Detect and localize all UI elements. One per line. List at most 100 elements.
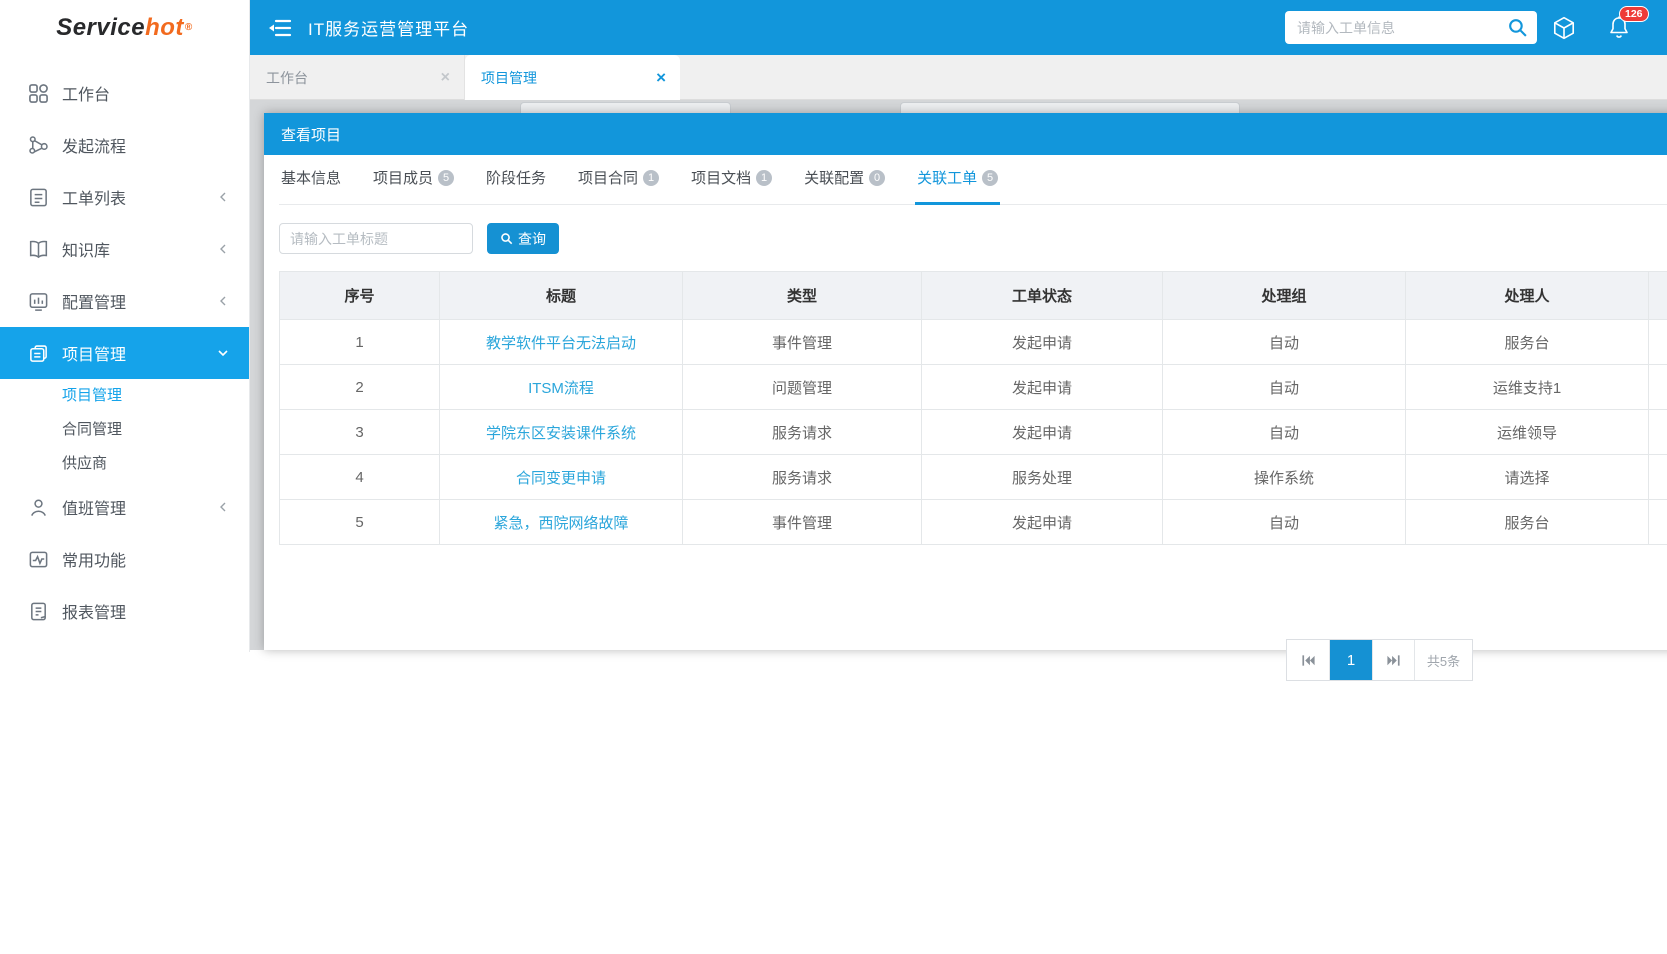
- search-icon[interactable]: [1507, 17, 1528, 38]
- column-header-status: 工单状态: [922, 272, 1163, 320]
- pagination-first-page-button[interactable]: [1287, 640, 1329, 680]
- pagination: 1 共5条: [1286, 639, 1473, 681]
- global-search: [1285, 11, 1537, 44]
- tab-basic-info[interactable]: 基本信息: [279, 167, 343, 205]
- sidebar-item-config-management[interactable]: 配置管理: [0, 275, 249, 327]
- document-list-icon: [28, 187, 49, 208]
- cell-group: 自动: [1163, 500, 1406, 545]
- cell-handler: 运维领导: [1406, 410, 1649, 455]
- sidebar-subitem-contract-management[interactable]: 合同管理: [0, 413, 249, 447]
- tab-label: 阶段任务: [486, 167, 546, 188]
- count-badge: 5: [982, 170, 998, 186]
- ticket-title-search-input[interactable]: [279, 223, 473, 254]
- sidebar-item-common-functions[interactable]: 常用功能: [0, 533, 249, 585]
- chevron-left-icon: [217, 501, 229, 513]
- chevron-left-icon: [217, 191, 229, 203]
- sidebar-item-knowledge-base[interactable]: 知识库: [0, 223, 249, 275]
- cell-no: 3: [280, 410, 440, 455]
- close-tab-icon[interactable]: ×: [656, 69, 666, 86]
- cube-icon[interactable]: [1551, 15, 1577, 41]
- column-header-no: 序号: [280, 272, 440, 320]
- table-row: 4 合同变更申请 服务请求 服务处理 操作系统 请选择: [280, 455, 1667, 500]
- chevron-left-icon: [217, 295, 229, 307]
- close-tab-icon[interactable]: ×: [441, 70, 450, 86]
- tab-label: 关联工单: [917, 167, 977, 188]
- table-row: 2 ITSM流程 问题管理 发起申请 自动 运维支持1: [280, 365, 1667, 410]
- tab-label: 项目成员: [373, 167, 433, 188]
- ticket-title-link[interactable]: 学院东区安装课件系统: [486, 425, 636, 442]
- modal-body: 基本信息 项目成员 5 阶段任务 项目合同 1 项目文档 1: [264, 155, 1667, 650]
- sidebar-item-label: 报表管理: [62, 599, 126, 623]
- table-row: 3 学院东区安装课件系统 服务请求 发起申请 自动 运维领导: [280, 410, 1667, 455]
- cell-title: ITSM流程: [440, 365, 683, 410]
- bar-chart-icon: [28, 291, 49, 312]
- sidebar-subitem-supplier[interactable]: 供应商: [0, 447, 249, 481]
- cell-status: 发起申请: [922, 365, 1163, 410]
- column-header-title: 标题: [440, 272, 683, 320]
- tab-project-management[interactable]: 项目管理 ×: [465, 55, 680, 100]
- cell-handler: 服务台: [1406, 320, 1649, 365]
- tab-label: 项目管理: [481, 68, 537, 88]
- logo-text-hot: hot: [145, 14, 184, 42]
- sidebar-item-project-management[interactable]: 项目管理: [0, 327, 249, 379]
- tab-stage-tasks[interactable]: 阶段任务: [484, 167, 548, 205]
- notifications[interactable]: 126: [1607, 15, 1631, 41]
- column-header-group: 处理组: [1163, 272, 1406, 320]
- table-row: 5 紧急，西院网络故障 事件管理 发起申请 自动 服务台: [280, 500, 1667, 545]
- cell-status: 发起申请: [922, 410, 1163, 455]
- pagination-total-count: 共5条: [1414, 640, 1472, 680]
- sidebar-item-label: 发起流程: [62, 133, 126, 157]
- sidebar-item-report-management[interactable]: 报表管理: [0, 585, 249, 637]
- cell-group: 自动: [1163, 320, 1406, 365]
- tab-label: 项目合同: [578, 167, 638, 188]
- cell-handler: 服务台: [1406, 500, 1649, 545]
- last-page-icon: [1386, 653, 1401, 668]
- tab-project-documents[interactable]: 项目文档 1: [689, 167, 774, 205]
- tab-related-config[interactable]: 关联配置 0: [802, 167, 887, 205]
- collapse-menu-icon[interactable]: [268, 18, 292, 38]
- cell-no: 4: [280, 455, 440, 500]
- app-window: Servicehot® 工作台 发起流程 工单列表 知识库: [0, 0, 1667, 954]
- cell-extra: [1649, 365, 1667, 410]
- tab-project-contract[interactable]: 项目合同 1: [576, 167, 661, 205]
- pagination-last-page-button[interactable]: [1372, 640, 1414, 680]
- query-button-label: 查询: [518, 229, 546, 249]
- flow-icon: [28, 135, 49, 156]
- ticket-title-link[interactable]: 教学软件平台无法启动: [486, 335, 636, 352]
- pulse-chart-icon: [28, 549, 49, 570]
- sidebar-item-duty-management[interactable]: 值班管理: [0, 481, 249, 533]
- cell-no: 5: [280, 500, 440, 545]
- tab-workbench[interactable]: 工作台 ×: [250, 55, 465, 100]
- tab-label: 项目文档: [691, 167, 751, 188]
- sidebar-nav: 工作台 发起流程 工单列表 知识库 配置管理: [0, 55, 249, 637]
- sidebar-item-label: 常用功能: [62, 547, 126, 571]
- tab-project-members[interactable]: 项目成员 5: [371, 167, 456, 205]
- ticket-search-row: 查询: [279, 223, 1667, 254]
- sidebar-item-workbench[interactable]: 工作台: [0, 67, 249, 119]
- table-row: 1 教学软件平台无法启动 事件管理 发起申请 自动 服务台: [280, 320, 1667, 365]
- search-icon: [500, 232, 513, 245]
- column-header-extra: [1649, 272, 1667, 320]
- global-search-input[interactable]: [1285, 11, 1537, 44]
- query-button[interactable]: 查询: [487, 223, 559, 254]
- sidebar-item-label: 配置管理: [62, 289, 126, 313]
- sidebar-item-ticket-list[interactable]: 工单列表: [0, 171, 249, 223]
- cell-type: 服务请求: [683, 455, 922, 500]
- sidebar-subitem-project-management[interactable]: 项目管理: [0, 379, 249, 413]
- cell-status: 发起申请: [922, 500, 1163, 545]
- tab-related-tickets[interactable]: 关联工单 5: [915, 167, 1000, 205]
- modal-title: 查看项目: [281, 124, 341, 145]
- pagination-current-page[interactable]: 1: [1329, 640, 1372, 680]
- related-tickets-table: 序号 标题 类型 工单状态 处理组 处理人 1 教学软件平台无法启动 事件管理: [279, 271, 1667, 545]
- cell-title: 教学软件平台无法启动: [440, 320, 683, 365]
- ticket-title-link[interactable]: 合同变更申请: [516, 470, 606, 487]
- sidebar-item-label: 工作台: [62, 81, 110, 105]
- cell-title: 学院东区安装课件系统: [440, 410, 683, 455]
- sidebar-item-start-process[interactable]: 发起流程: [0, 119, 249, 171]
- ticket-title-link[interactable]: ITSM流程: [528, 380, 594, 397]
- cell-title: 合同变更申请: [440, 455, 683, 500]
- tab-label: 基本信息: [281, 167, 341, 188]
- tab-label: 工作台: [266, 68, 308, 88]
- ticket-title-link[interactable]: 紧急，西院网络故障: [493, 515, 628, 532]
- grid-icon: [28, 83, 49, 104]
